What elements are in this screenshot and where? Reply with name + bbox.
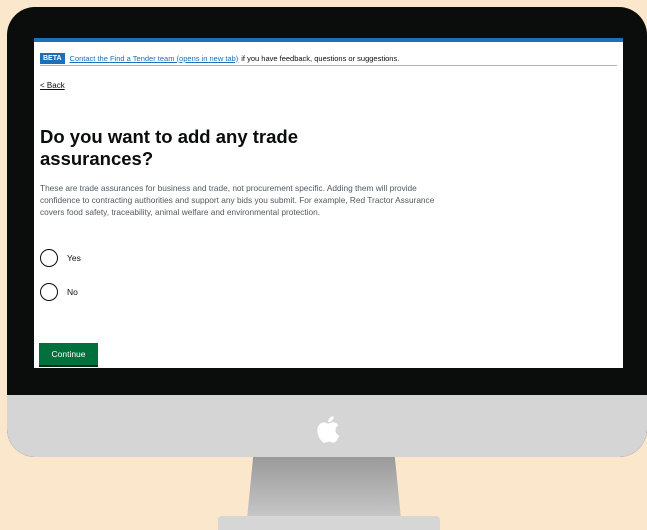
header-blue-strip [34, 38, 623, 42]
radio-label-no[interactable]: No [67, 287, 78, 297]
phase-banner: BETA Contact the Find a Tender team (ope… [40, 51, 617, 66]
radio-button-yes[interactable] [40, 249, 58, 267]
monitor-stand [247, 457, 401, 519]
feedback-link[interactable]: Contact the Find a Tender team (opens in… [70, 54, 239, 63]
apple-logo-icon [317, 416, 340, 443]
radio-option-no[interactable]: No [40, 283, 78, 301]
phase-banner-text: if you have feedback, questions or sugge… [241, 53, 400, 63]
screen: BETA Contact the Find a Tender team (ope… [34, 38, 623, 368]
back-link-label: Back [46, 81, 65, 90]
radio-option-yes[interactable]: Yes [40, 249, 81, 267]
back-link[interactable]: < Back [40, 81, 65, 90]
page-title: Do you want to add any trade assurances? [40, 126, 298, 169]
chevron-left-icon: < [40, 81, 45, 90]
continue-button[interactable]: Continue [39, 343, 98, 365]
radio-label-yes[interactable]: Yes [67, 253, 81, 263]
hint-text: These are trade assurances for business … [40, 183, 435, 217]
monitor-base [218, 516, 440, 530]
beta-tag: BETA [40, 52, 65, 64]
radio-button-no[interactable] [40, 283, 58, 301]
